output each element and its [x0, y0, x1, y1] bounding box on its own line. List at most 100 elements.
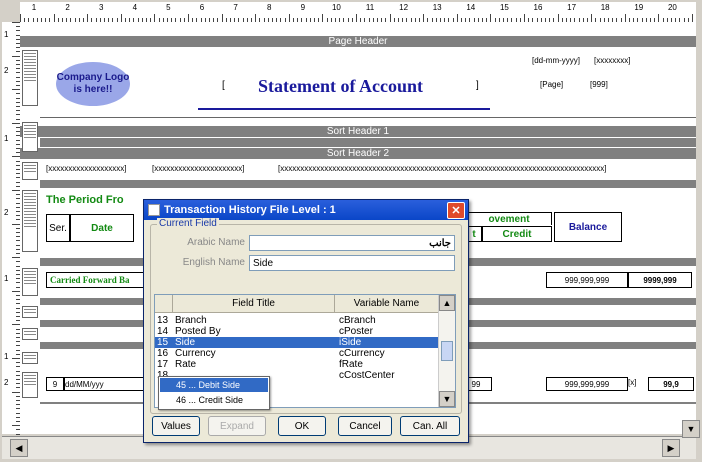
row-debit-text: 99 [471, 379, 481, 389]
grid-scroll-thumb[interactable] [441, 341, 453, 361]
grid-scroll-up-icon[interactable]: ▲ [439, 295, 455, 311]
row-end[interactable]: 99,9 [648, 377, 694, 391]
marker-line [24, 358, 36, 359]
col-date-header[interactable]: Date [70, 214, 134, 242]
col-balance-header[interactable]: Balance [554, 212, 622, 242]
grid-row[interactable]: 15 Side iSide [155, 337, 439, 348]
ruler-number: 3 [98, 3, 104, 12]
ruler-tick [12, 89, 20, 91]
ruler-tick [53, 14, 55, 22]
popup-item-credit[interactable]: 46 ... Credit Side [160, 393, 268, 407]
marker-line [24, 128, 36, 129]
section-marker[interactable] [22, 190, 38, 252]
marker-line [24, 125, 36, 126]
company-logo[interactable]: Company Logo is here!! [56, 62, 130, 106]
group-field-3[interactable]: [xxxxxxxxxxxxxxxxxxxxxxxxxxxxxxxxxxxxxxx… [278, 164, 688, 173]
english-name-input[interactable]: Side [249, 255, 455, 271]
sort-header-2[interactable]: Sort Header 2 [20, 148, 696, 159]
report-title[interactable]: Statement of Account [258, 76, 423, 97]
ok-button[interactable]: OK [278, 416, 326, 436]
row-date-text: dd/MM/yyy [65, 379, 104, 389]
movement-label: ovement [488, 213, 530, 225]
marker-line [24, 223, 36, 224]
grid-row[interactable]: 17 Rate fRate [155, 359, 439, 370]
ruler-tick [12, 358, 20, 359]
ruler-number: 9 [300, 3, 306, 12]
marker-line [24, 199, 36, 200]
time-field[interactable]: [xxxxxxxx] [594, 56, 630, 65]
ruler-tick [120, 14, 122, 22]
col-debit-label: t [472, 228, 476, 240]
ruler-tick [288, 14, 290, 22]
close-icon[interactable]: ✕ [447, 202, 465, 219]
marker-line [24, 77, 36, 78]
section-marker[interactable] [22, 50, 38, 106]
col-credit-header[interactable]: Credit [482, 226, 552, 242]
group-label: Current Field [157, 218, 219, 229]
page-label[interactable]: [Page] [540, 80, 563, 89]
ruler-tick [591, 14, 593, 22]
popup-item-debit[interactable]: 45 ... Debit Side [160, 378, 268, 392]
marker-line [24, 378, 36, 379]
page-header-band[interactable]: Page Header [20, 36, 696, 47]
marker-line [24, 53, 36, 54]
section-marker[interactable] [22, 122, 38, 152]
col-ser-header[interactable]: Ser. [46, 214, 70, 242]
title-underline [198, 108, 490, 110]
group-field-1[interactable]: [xxxxxxxxxxxxxxxxxxx] [46, 164, 126, 173]
resize-grip-icon[interactable] [684, 443, 694, 457]
carried-forward-balance[interactable]: 9999,999 [628, 272, 692, 288]
section-marker[interactable] [22, 162, 38, 180]
section-marker[interactable] [22, 372, 38, 398]
movement-header[interactable]: ovement [466, 212, 552, 225]
period-label[interactable]: The Period Fro [46, 194, 124, 206]
ruler-tick [12, 324, 20, 326]
row-x[interactable]: [x] [628, 378, 636, 387]
group-field-2[interactable]: [xxxxxxxxxxxxxxxxxxxxxx] [152, 164, 244, 173]
marker-line [24, 355, 36, 356]
arabic-name-input[interactable]: جانب [249, 235, 455, 251]
values-button[interactable]: Values [152, 416, 200, 436]
grid-row[interactable]: 14 Posted By cPoster [155, 326, 439, 337]
sort-header-1[interactable]: Sort Header 1 [20, 126, 696, 137]
section-marker[interactable] [22, 328, 38, 340]
ruler-tick [12, 190, 20, 191]
transaction-history-dialog[interactable]: Transaction History File Level : 1 ✕ Cur… [143, 199, 469, 443]
marker-line [24, 334, 36, 335]
cancel-all-button[interactable]: Can. All [400, 416, 460, 436]
date-field[interactable]: [dd-mm-yyyy] [532, 56, 580, 65]
row-balance[interactable]: 999,999,999 [546, 377, 628, 391]
grid-scroll-down-icon[interactable]: ▼ [439, 391, 455, 407]
grid-row[interactable]: 13 Branch cBranch [155, 315, 439, 326]
cancel-button[interactable]: Cancel [338, 416, 392, 436]
expand-button[interactable]: Expand [208, 416, 266, 436]
marker-line [24, 131, 36, 132]
ruler-tick [557, 14, 559, 22]
marker-line [24, 59, 36, 60]
section-marker[interactable] [22, 306, 38, 318]
grid-scrollbar[interactable]: ▲ ▼ [438, 295, 455, 407]
header-variable-name[interactable]: Variable Name [335, 295, 439, 313]
page-number[interactable]: [999] [590, 80, 608, 89]
dialog-titlebar[interactable]: Transaction History File Level : 1 [144, 200, 468, 220]
ruler-number: 2 [4, 378, 9, 387]
values-popup[interactable]: 45 ... Debit Side 46 ... Credit Side [158, 376, 270, 410]
row-ser[interactable]: 9 [46, 377, 64, 391]
section-marker[interactable] [22, 268, 38, 296]
marker-line [24, 165, 36, 166]
ruler-tick [322, 14, 324, 22]
ruler-tick [221, 14, 223, 22]
row-number: 17 [157, 359, 169, 370]
grid-row[interactable]: 16 Currency cCurrency [155, 348, 439, 359]
scroll-left-icon[interactable]: ◀ [10, 439, 28, 457]
row-end-text: 99,9 [663, 379, 679, 389]
ruler-number: 6 [199, 3, 205, 12]
section-marker[interactable] [22, 352, 38, 364]
header-field-title[interactable]: Field Title [173, 295, 335, 313]
row-date[interactable]: dd/MM/yyy [64, 377, 146, 391]
ruler-tick [423, 14, 425, 22]
carried-forward-amount[interactable]: 999,999,999 [546, 272, 628, 288]
scroll-down-icon[interactable]: ▼ [682, 420, 700, 438]
marker-line [24, 226, 36, 227]
scroll-right-icon[interactable]: ▶ [662, 439, 680, 457]
